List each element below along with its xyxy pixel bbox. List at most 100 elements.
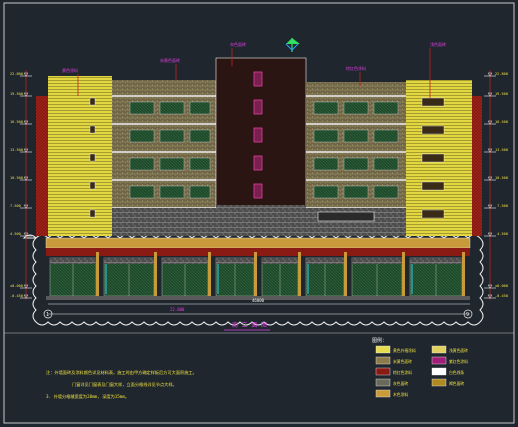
legend-swatch xyxy=(431,378,447,387)
legend-item: 木色涂料 xyxy=(375,389,408,398)
level-value: 4.500 xyxy=(10,232,21,236)
legend-swatch xyxy=(375,356,391,365)
level-mark: 7.500 xyxy=(484,204,508,209)
svg-text:注：外墙面砖及涂料颜色详见材料表，施工时由甲方确定样板后方可: 注：外墙面砖及涂料颜色详见材料表，施工时由甲方确定样板后方可大面积施工。 xyxy=(46,369,197,376)
legend-label: 灰色面砖 xyxy=(393,381,408,386)
svg-text:灰色面砖: 灰色面砖 xyxy=(230,41,246,47)
overall-dimension: 46000 xyxy=(252,298,265,303)
level-value: 22.800 xyxy=(495,72,508,76)
level-mark: 16.500 xyxy=(484,120,508,125)
level-mark: 4.500 xyxy=(484,232,508,237)
legend-item: 褐色面砖 xyxy=(431,378,464,387)
legend-label: 米黄色面砖 xyxy=(393,359,412,364)
svg-text:3. 外墙分格缝宽度为20mm, 深度为15mm。: 3. 外墙分格缝宽度为20mm, 深度为15mm。 xyxy=(46,393,129,400)
level-value: 16.500 xyxy=(495,120,508,124)
legend-item: 白色线条 xyxy=(431,367,464,376)
level-value: 22.800 xyxy=(10,72,23,76)
shopfront-bay xyxy=(161,252,211,297)
level-value: ±0.000 xyxy=(495,284,508,288)
shopfront-bay xyxy=(305,252,347,297)
left-red-strip xyxy=(36,96,48,236)
shopfront-bay xyxy=(351,252,405,297)
svg-text:浅色面砖: 浅色面砖 xyxy=(430,41,446,47)
legend-swatch xyxy=(431,367,447,376)
svg-text:9: 9 xyxy=(466,312,469,318)
right-ground-window xyxy=(317,211,375,222)
shopfront-bay xyxy=(215,252,257,297)
level-value: 19.500 xyxy=(495,92,508,96)
level-mark: 10.500 xyxy=(10,176,32,181)
legend-item: 浅黄色面砖 xyxy=(431,345,468,354)
legend-swatch xyxy=(375,389,391,398)
level-mark: ±0.000 xyxy=(10,284,32,289)
level-value: 13.500 xyxy=(495,148,508,152)
legend-item: 灰色面砖 xyxy=(375,378,408,387)
level-mark: 22.800 xyxy=(10,72,32,77)
legend-swatch xyxy=(431,345,447,354)
legend-label: 黄色外墙涂料 xyxy=(393,348,416,353)
level-mark: -0.450 xyxy=(484,294,508,299)
podium-band xyxy=(45,237,471,249)
svg-text:1: 1 xyxy=(46,312,49,318)
level-mark: 7.500 xyxy=(10,204,32,209)
legend: 黄色外墙涂料米黄色面砖棕红色涂料灰色面砖木色涂料 浅黄色面砖紫红色涂料白色线条褐色… xyxy=(375,345,468,398)
legend-swatch xyxy=(375,345,391,354)
svg-text:棕红色涂料: 棕红色涂料 xyxy=(346,65,366,71)
level-mark: -0.450 xyxy=(10,294,32,299)
svg-text:黄色涂料: 黄色涂料 xyxy=(62,67,78,73)
level-mark: 19.500 xyxy=(10,92,32,97)
shopfront-bay xyxy=(49,252,99,297)
level-mark: 10.500 xyxy=(484,176,508,181)
legend-swatch xyxy=(431,356,447,365)
level-value: -0.450 xyxy=(10,294,23,298)
level-mark: ±0.000 xyxy=(484,284,508,289)
legend-label: 木色涂料 xyxy=(393,392,408,397)
left-ground-stone xyxy=(112,208,216,236)
legend-label: 褐色面砖 xyxy=(449,381,464,386)
shopfront-bays xyxy=(49,252,465,297)
legend-swatch xyxy=(375,378,391,387)
level-value: 19.500 xyxy=(10,92,23,96)
shopfront-bay xyxy=(103,252,157,297)
level-value: 4.500 xyxy=(497,232,508,236)
legend-label: 浅黄色面砖 xyxy=(449,348,468,353)
axis-dimension-text: 22.800 xyxy=(170,307,185,312)
legend-item: 棕红色涂料 xyxy=(375,367,412,376)
legend-swatch xyxy=(375,367,391,376)
left-yellow-wing xyxy=(48,76,112,236)
svg-text:米黄色面砖: 米黄色面砖 xyxy=(160,57,180,63)
legend-item: 米黄色面砖 xyxy=(375,356,412,365)
level-mark: 13.500 xyxy=(484,148,508,153)
svg-text:门窗详见门窗表及门窗大样，立面分格线详见节点大样。: 门窗详见门窗表及门窗大样，立面分格线详见节点大样。 xyxy=(72,381,177,388)
level-mark: 13.500 xyxy=(10,148,32,153)
general-notes: 注：外墙面砖及涂料颜色详见材料表，施工时由甲方确定样板后方可大面积施工。 门窗详… xyxy=(46,369,197,400)
shopfront-bay xyxy=(261,252,301,297)
legend-label: 白色线条 xyxy=(449,370,464,375)
podium-red-band xyxy=(46,248,470,256)
shopfront-bay xyxy=(409,252,465,297)
legend-item: 黄色外墙涂料 xyxy=(375,345,416,354)
elevation-drawing: 黄色涂料 米黄色面砖 灰色面砖 棕红色涂料 浅色面砖 22.800 19.500 1… xyxy=(3,2,515,424)
level-value: 13.500 xyxy=(10,148,23,152)
legend-label: 棕红色涂料 xyxy=(393,370,412,375)
legend-label: 紫红色涂料 xyxy=(449,359,468,364)
right-red-strip xyxy=(472,96,482,236)
level-value: 16.500 xyxy=(10,120,23,124)
level-mark: 22.800 xyxy=(484,72,508,77)
level-value: ±0.000 xyxy=(10,284,23,288)
level-value: 10.500 xyxy=(495,176,508,180)
right-level-marks: 22.800 19.500 16.500 13.500 10.500 7.500 4.500… xyxy=(484,70,508,300)
legend-title: 图例： xyxy=(372,337,387,344)
level-value: 7.500 xyxy=(10,204,21,208)
level-value: 10.500 xyxy=(10,176,23,180)
tower-base-stone xyxy=(216,205,306,236)
axis-bubble-end: 9 xyxy=(463,309,473,319)
left-level-marks: 22.800 19.500 16.500 13.500 10.500 7.500 4.500… xyxy=(10,70,32,300)
legend-item: 紫红色涂料 xyxy=(431,356,468,365)
level-mark: 16.500 xyxy=(10,120,32,125)
level-value: 7.500 xyxy=(497,204,508,208)
level-mark: 19.500 xyxy=(484,92,508,97)
level-value: -0.450 xyxy=(495,294,508,298)
drawing-title: 南 立 面 图 xyxy=(232,321,267,329)
north-arrow xyxy=(285,38,300,52)
